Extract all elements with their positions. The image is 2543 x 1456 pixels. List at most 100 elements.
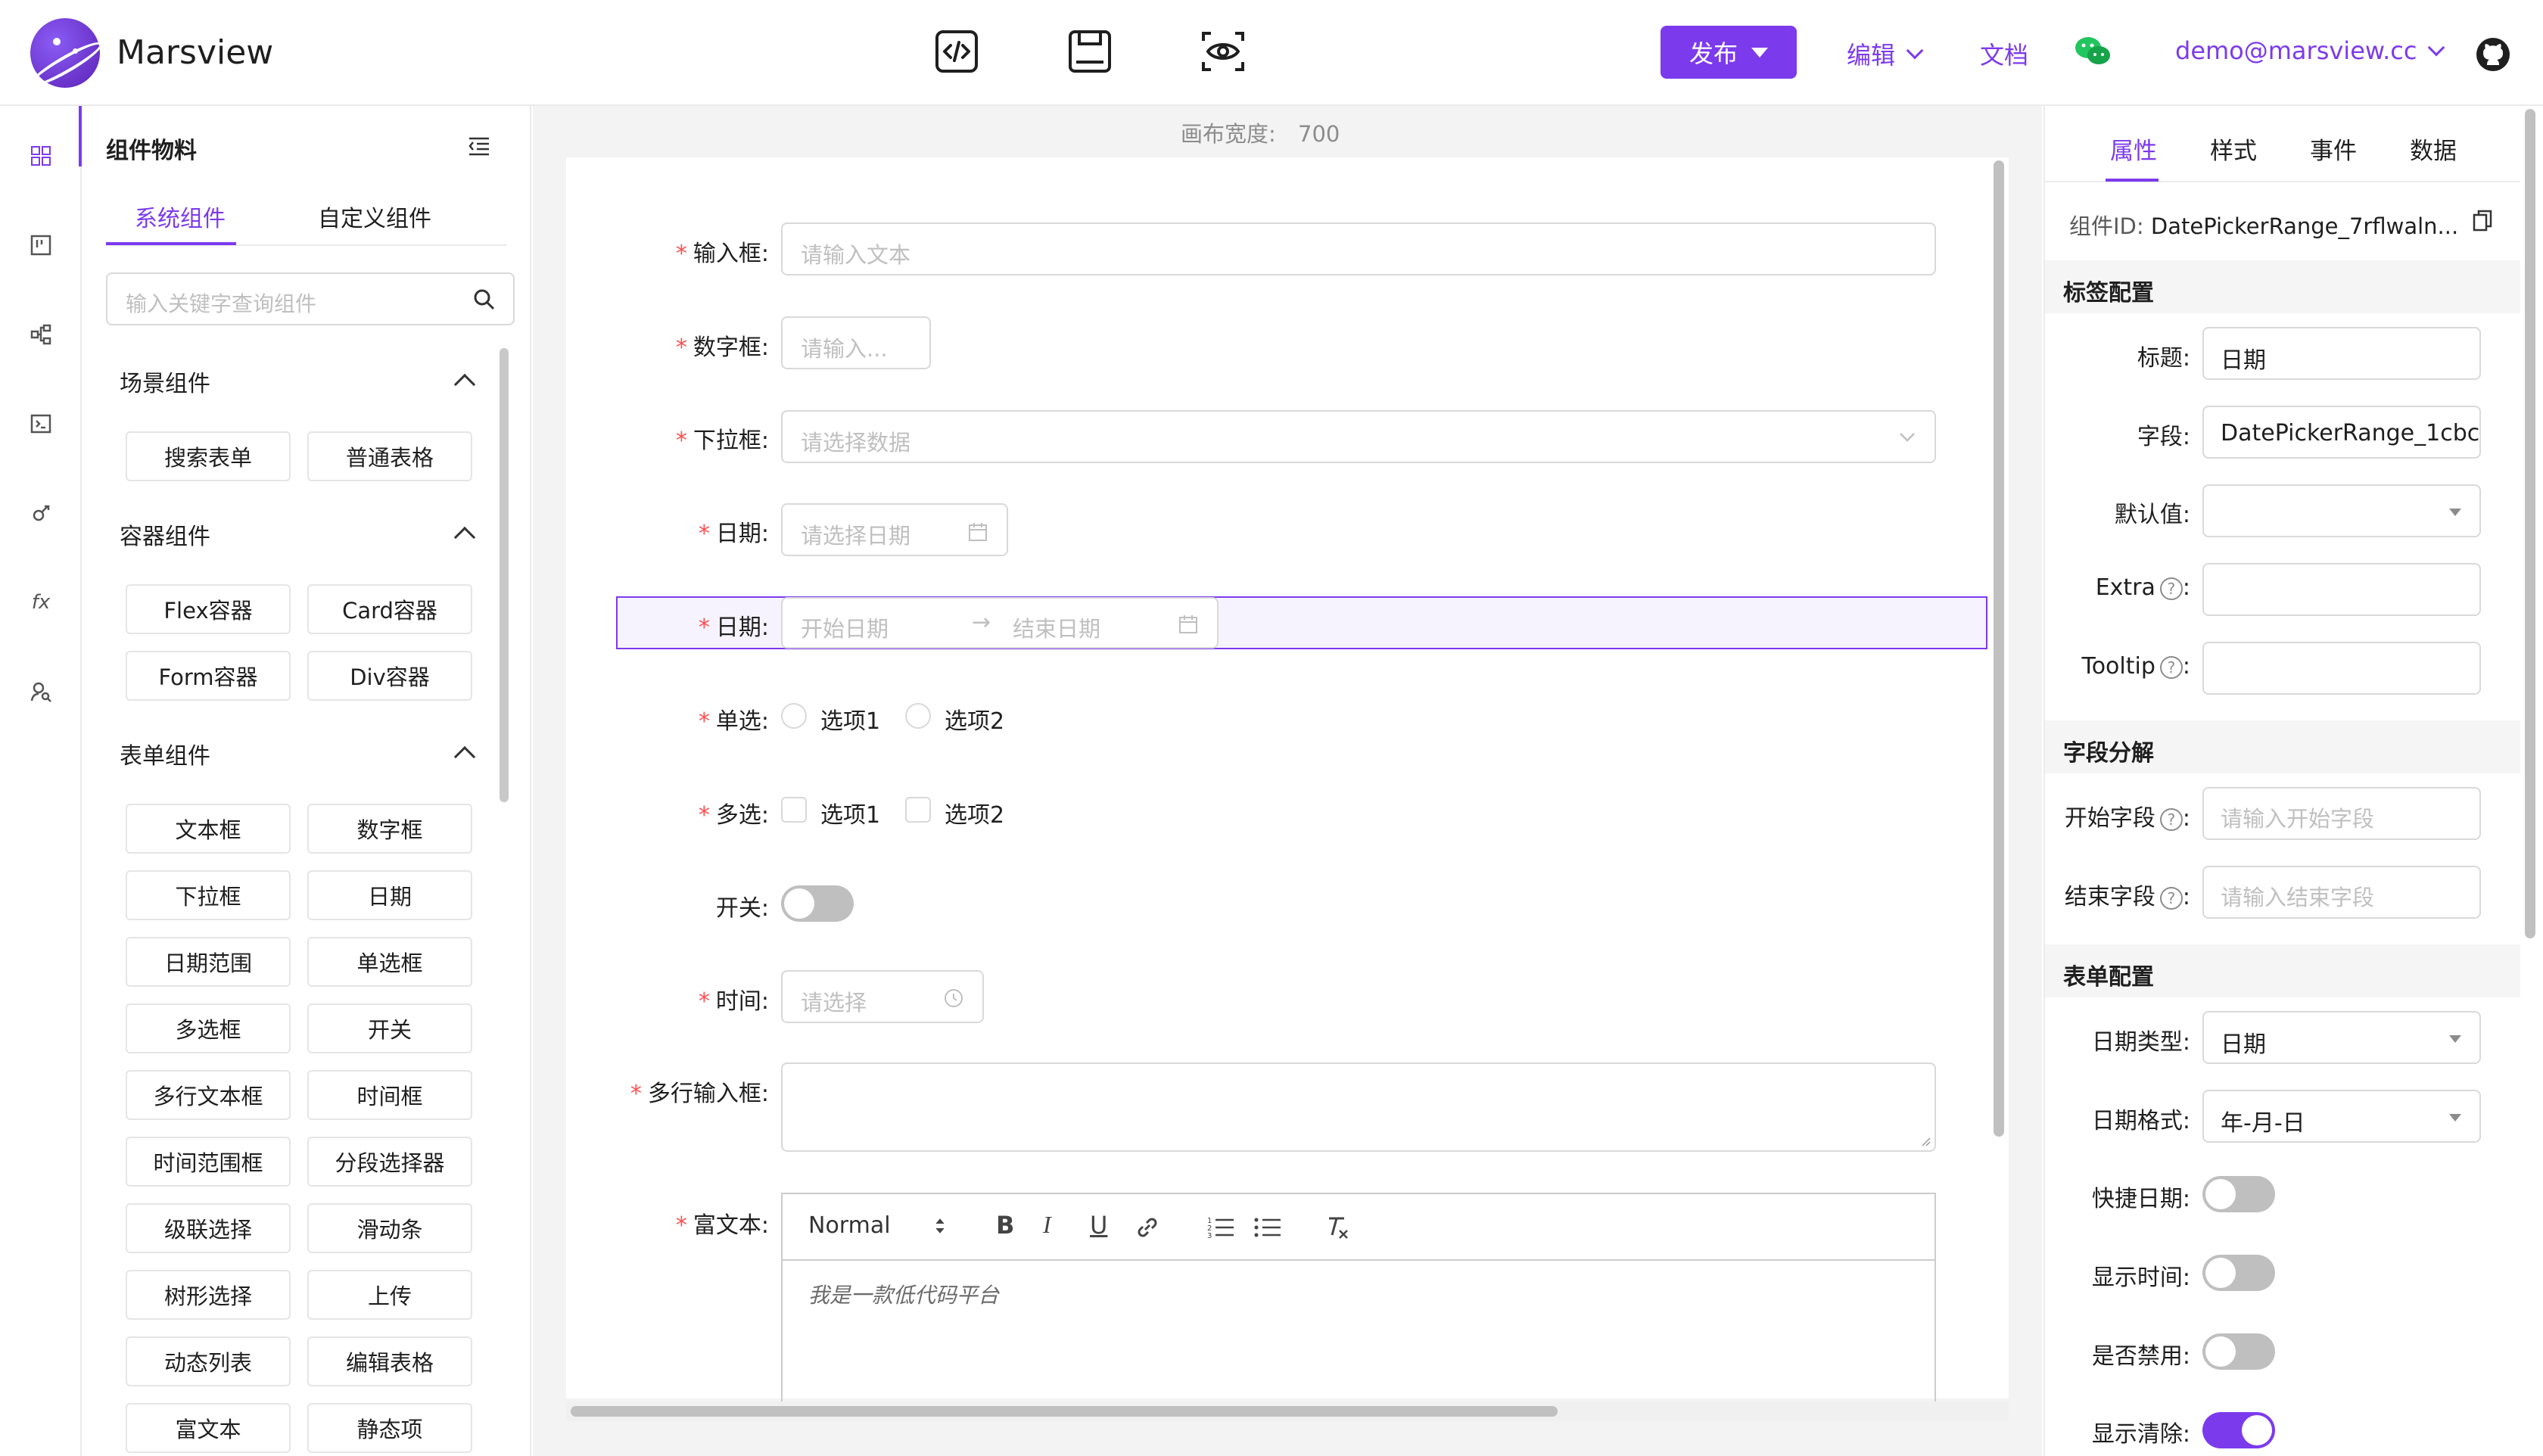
show-time-toggle[interactable] (2202, 1255, 2275, 1291)
component-chip[interactable]: 静态项 (307, 1403, 472, 1453)
tab-properties[interactable]: 属性 (2110, 132, 2157, 166)
component-chip[interactable]: 时间框 (307, 1070, 472, 1120)
component-chip[interactable]: 滑动条 (307, 1203, 472, 1253)
component-chip[interactable]: 数字框 (307, 804, 472, 854)
title-input[interactable]: 日期 (2202, 327, 2481, 380)
component-chip[interactable]: 文本框 (126, 804, 291, 854)
component-chip[interactable]: Flex容器 (126, 584, 291, 634)
field-input[interactable]: DatePickerRange_1cbc (2202, 406, 2481, 459)
user-menu[interactable]: demo@marsview.cc (2175, 36, 2445, 65)
component-chip[interactable]: 时间范围框 (126, 1137, 291, 1187)
checkbox[interactable] (781, 797, 807, 823)
component-chip[interactable]: Div容器 (307, 651, 472, 701)
grid-icon[interactable] (23, 138, 59, 174)
section-title-form[interactable]: 表单组件 (120, 737, 210, 770)
radio-label[interactable]: 选项1 (820, 702, 880, 736)
radio-button[interactable] (781, 703, 807, 729)
quick-date-toggle[interactable] (2202, 1176, 2275, 1212)
wechat-icon[interactable] (2074, 35, 2112, 68)
tree-icon[interactable] (23, 316, 59, 353)
chevron-up-icon[interactable] (453, 373, 476, 396)
publish-button[interactable]: 发布 (1661, 26, 1797, 79)
updown-icon[interactable] (934, 1215, 946, 1237)
extra-input[interactable] (2202, 563, 2481, 616)
component-chip[interactable]: 分段选择器 (307, 1137, 472, 1187)
resize-handle-icon[interactable] (1921, 1137, 1931, 1147)
component-chip[interactable]: 日期范围 (126, 937, 291, 987)
link-icon[interactable] (1134, 1214, 1161, 1241)
ordered-list-icon[interactable]: 123 (1206, 1214, 1235, 1241)
chevron-up-icon[interactable] (453, 526, 476, 549)
component-chip[interactable]: 下拉框 (126, 870, 291, 920)
start-field-input[interactable]: 请输入开始字段 (2202, 787, 2481, 840)
tab-custom-components[interactable]: 自定义组件 (318, 200, 431, 233)
component-chip[interactable]: 树形选择 (126, 1270, 291, 1320)
section-title-scene[interactable]: 场景组件 (120, 365, 210, 398)
text-input[interactable]: 请输入文本 (781, 222, 1936, 275)
github-icon[interactable] (2475, 36, 2511, 73)
panel-scrollbar[interactable] (500, 348, 509, 802)
copy-icon[interactable] (2472, 209, 2493, 233)
component-chip[interactable]: 编辑表格 (307, 1336, 472, 1386)
time-picker[interactable]: 请选择 (781, 970, 984, 1023)
marsview-logo[interactable] (30, 18, 100, 88)
italic-icon[interactable]: I (1043, 1211, 1051, 1239)
bullet-list-icon[interactable] (1253, 1214, 1282, 1241)
help-icon[interactable]: ? (2159, 655, 2183, 679)
code-icon[interactable] (932, 27, 981, 76)
checkbox[interactable] (905, 797, 931, 823)
canvas-horizontal-scrollbar[interactable] (571, 1406, 1558, 1417)
component-chip[interactable]: 日期 (307, 870, 472, 920)
toggle-switch[interactable] (781, 885, 854, 922)
underline-icon[interactable]: U (1090, 1211, 1107, 1240)
radio-label[interactable]: 选项2 (945, 702, 1004, 736)
collapse-menu-icon[interactable] (466, 133, 492, 159)
plugin-icon[interactable] (23, 495, 59, 531)
canvas-vertical-scrollbar[interactable] (1994, 160, 2004, 1137)
component-chip[interactable]: Card容器 (307, 584, 472, 634)
end-date-placeholder[interactable]: 结束日期 (1013, 611, 1100, 643)
bold-icon[interactable]: B (996, 1211, 1014, 1240)
rich-text-editor[interactable]: 我是一款低代码平台 (781, 1259, 1936, 1411)
component-chip[interactable]: 普通表格 (307, 431, 472, 481)
date-range-picker[interactable]: 开始日期 → 结束日期 (781, 597, 1219, 649)
docs-link[interactable]: 文档 (1980, 36, 2028, 71)
component-chip[interactable]: 单选框 (307, 937, 472, 987)
component-chip[interactable]: 动态列表 (126, 1336, 291, 1386)
preview-icon[interactable] (1199, 27, 1247, 76)
number-input[interactable]: 请输入... (781, 316, 931, 369)
component-search-input[interactable]: 输入关键字查询组件 (106, 272, 515, 325)
tooltip-input[interactable] (2202, 642, 2481, 695)
save-icon[interactable] (1066, 27, 1114, 76)
tab-events[interactable]: 事件 (2310, 132, 2357, 166)
rich-text-content[interactable]: 我是一款低代码平台 (808, 1279, 999, 1309)
user-search-icon[interactable] (23, 674, 59, 710)
end-field-input[interactable]: 请输入结束字段 (2202, 866, 2481, 919)
disabled-toggle[interactable] (2202, 1333, 2275, 1370)
terminal-icon[interactable] (23, 406, 59, 442)
edit-menu[interactable]: 编辑 (1847, 36, 1924, 71)
fx-icon[interactable]: fx (23, 584, 59, 621)
help-icon[interactable]: ? (2159, 577, 2183, 600)
radio-button[interactable] (905, 703, 931, 729)
checkbox-label[interactable]: 选项1 (820, 796, 880, 829)
help-icon[interactable]: ? (2159, 886, 2183, 910)
section-title-container[interactable]: 容器组件 (120, 518, 210, 551)
default-value-select[interactable] (2202, 484, 2481, 537)
start-date-placeholder[interactable]: 开始日期 (801, 611, 889, 643)
properties-scrollbar[interactable] (2525, 109, 2535, 938)
select-input[interactable]: 请选择数据 (781, 410, 1936, 463)
tab-data[interactable]: 数据 (2410, 132, 2457, 166)
component-chip[interactable]: 搜索表单 (126, 431, 291, 481)
date-type-select[interactable]: 日期 (2202, 1011, 2481, 1064)
date-picker[interactable]: 请选择日期 (781, 503, 1008, 556)
textarea[interactable] (781, 1062, 1936, 1152)
component-chip[interactable]: 开关 (307, 1003, 472, 1053)
component-chip[interactable]: 多行文本框 (126, 1070, 291, 1120)
format-select[interactable]: Normal (808, 1212, 891, 1239)
clear-format-icon[interactable] (1324, 1214, 1352, 1241)
kanban-icon[interactable] (23, 227, 59, 263)
component-chip[interactable]: Form容器 (126, 651, 291, 701)
component-chip[interactable]: 富文本 (126, 1403, 291, 1453)
date-format-select[interactable]: 年-月-日 (2202, 1090, 2481, 1143)
